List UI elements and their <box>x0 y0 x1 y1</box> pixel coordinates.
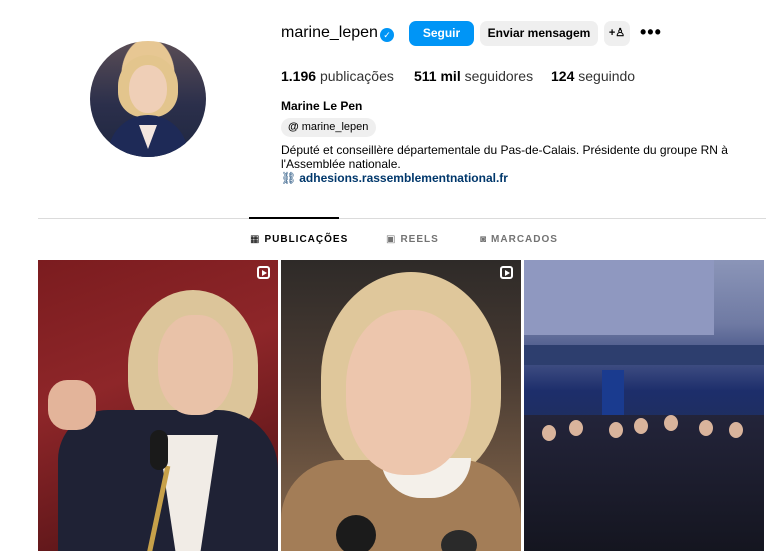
threads-badge[interactable]: @ marine_lepen <box>281 118 377 137</box>
post-image-part <box>48 380 96 430</box>
person-add-icon[interactable]: +♙ <box>604 21 630 46</box>
link-icon: ⛓ <box>281 171 297 185</box>
posts-count-label: publicações <box>319 68 394 84</box>
post-image-part <box>569 420 583 436</box>
threads-handle: marine_lepen <box>301 121 369 133</box>
reel-indicator-icon <box>500 266 513 279</box>
followers-count[interactable]: 511 mil seguidores <box>414 68 533 84</box>
tab-tagged[interactable]: ◙ MARCADOS <box>480 234 558 245</box>
followers-count-value: 511 mil <box>414 68 461 84</box>
tab-posts-label: PUBLICAÇÕES <box>264 234 349 245</box>
avatar-face <box>129 65 167 113</box>
tab-reels[interactable]: ▣ REELS <box>386 234 439 245</box>
post-image-part <box>542 425 556 441</box>
post-image-part <box>664 415 678 431</box>
post-image-part <box>524 345 764 365</box>
reels-icon: ▣ <box>386 234 397 245</box>
verified-badge-icon: ✓ <box>380 28 394 42</box>
followers-count-label: seguidores <box>464 68 534 84</box>
more-options-icon[interactable]: ••• <box>640 22 662 43</box>
follow-button[interactable]: Seguir <box>409 21 474 46</box>
tagged-icon: ◙ <box>480 234 488 245</box>
post-image-part <box>634 418 648 434</box>
post-image-part <box>729 422 743 438</box>
post-thumbnail[interactable] <box>281 260 521 551</box>
post-thumbnail[interactable] <box>524 260 764 551</box>
post-image-part <box>150 430 168 470</box>
post-image-part <box>336 515 376 551</box>
posts-count: 1.196 publicações <box>281 68 394 84</box>
active-tab-indicator <box>249 217 339 219</box>
profile-link[interactable]: ⛓ adhesions.rassemblementnational.fr <box>281 171 508 185</box>
threads-icon: @ <box>288 121 299 133</box>
send-message-button[interactable]: Enviar mensagem <box>480 21 598 46</box>
post-image-part <box>699 420 713 436</box>
tabs-divider <box>38 218 766 219</box>
reel-indicator-icon <box>257 266 270 279</box>
post-image-part <box>346 310 471 475</box>
post-image-part <box>609 422 623 438</box>
post-image-part <box>524 415 764 551</box>
profile-avatar[interactable] <box>90 41 206 157</box>
profile-link-text[interactable]: adhesions.rassemblementnational.fr <box>299 171 508 185</box>
tab-reels-label: REELS <box>400 234 439 245</box>
following-count[interactable]: 124 seguindo <box>551 68 635 84</box>
post-image-part <box>524 260 714 335</box>
following-count-value: 124 <box>551 68 575 84</box>
grid-icon: ▦ <box>250 234 261 245</box>
following-count-label: seguindo <box>578 68 636 84</box>
post-image-part <box>158 315 233 415</box>
post-thumbnail[interactable] <box>38 260 278 551</box>
posts-count-value: 1.196 <box>281 68 317 84</box>
tab-tagged-label: MARCADOS <box>491 234 558 245</box>
tab-posts[interactable]: ▦ PUBLICAÇÕES <box>250 234 348 245</box>
profile-bio: Député et conseillère départementale du … <box>281 143 728 171</box>
profile-username: marine_lepen <box>281 24 378 41</box>
profile-full-name: Marine Le Pen <box>281 99 363 113</box>
